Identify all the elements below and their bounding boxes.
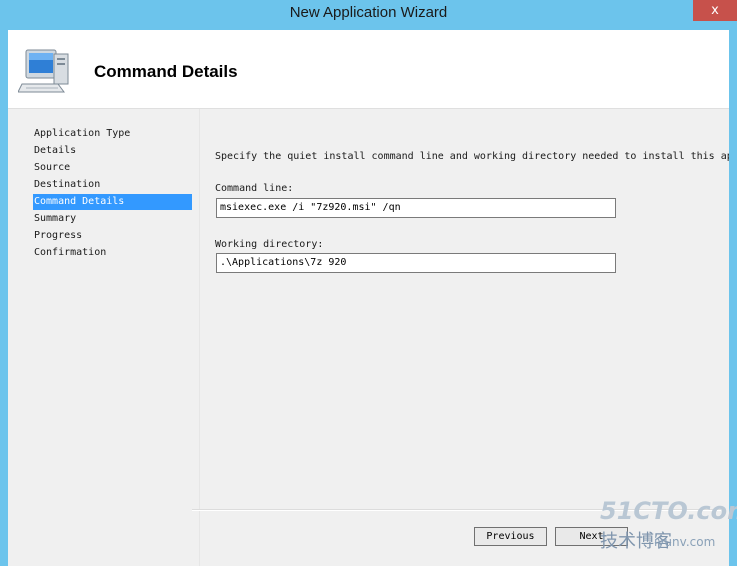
nav-item-confirmation[interactable]: Confirmation <box>33 245 192 261</box>
page-title: Command Details <box>94 62 238 81</box>
working-directory-label: Working directory: <box>215 239 324 250</box>
wizard-nav: Application Type Details Source Destinat… <box>8 109 200 566</box>
instruction-text: Specify the quiet install command line a… <box>215 151 729 162</box>
wizard-content: Specify the quiet install command line a… <box>200 109 729 540</box>
computer-icon <box>18 49 69 93</box>
watermark-main: 51CTO.com <box>600 497 737 525</box>
nav-item-details[interactable]: Details <box>33 143 192 159</box>
close-button[interactable]: x <box>693 0 737 21</box>
working-directory-input[interactable]: .\Applications\7z 920 <box>216 253 616 273</box>
wizard-client: Command Details Application Type Details… <box>8 30 729 566</box>
command-line-input[interactable]: msiexec.exe /i "7z920.msi" /qn <box>216 198 616 218</box>
watermark: 51CTO.com 技术博客 iyunv.com <box>596 497 737 563</box>
nav-item-destination[interactable]: Destination <box>33 177 192 193</box>
previous-button[interactable]: Previous <box>474 527 547 546</box>
nav-item-progress[interactable]: Progress <box>33 228 192 244</box>
nav-item-application-type[interactable]: Application Type <box>33 126 192 142</box>
wizard-header: Command Details <box>8 30 729 108</box>
window-title: New Application Wizard <box>289 4 448 21</box>
close-icon: x <box>711 3 719 18</box>
nav-item-summary[interactable]: Summary <box>33 211 192 227</box>
nav-item-command-details[interactable]: Command Details <box>33 194 192 210</box>
title-bar: New Application Wizard x <box>0 0 737 30</box>
nav-item-source[interactable]: Source <box>33 160 192 176</box>
watermark-url: iyunv.com <box>654 535 716 549</box>
command-line-label: Command line: <box>215 183 294 194</box>
